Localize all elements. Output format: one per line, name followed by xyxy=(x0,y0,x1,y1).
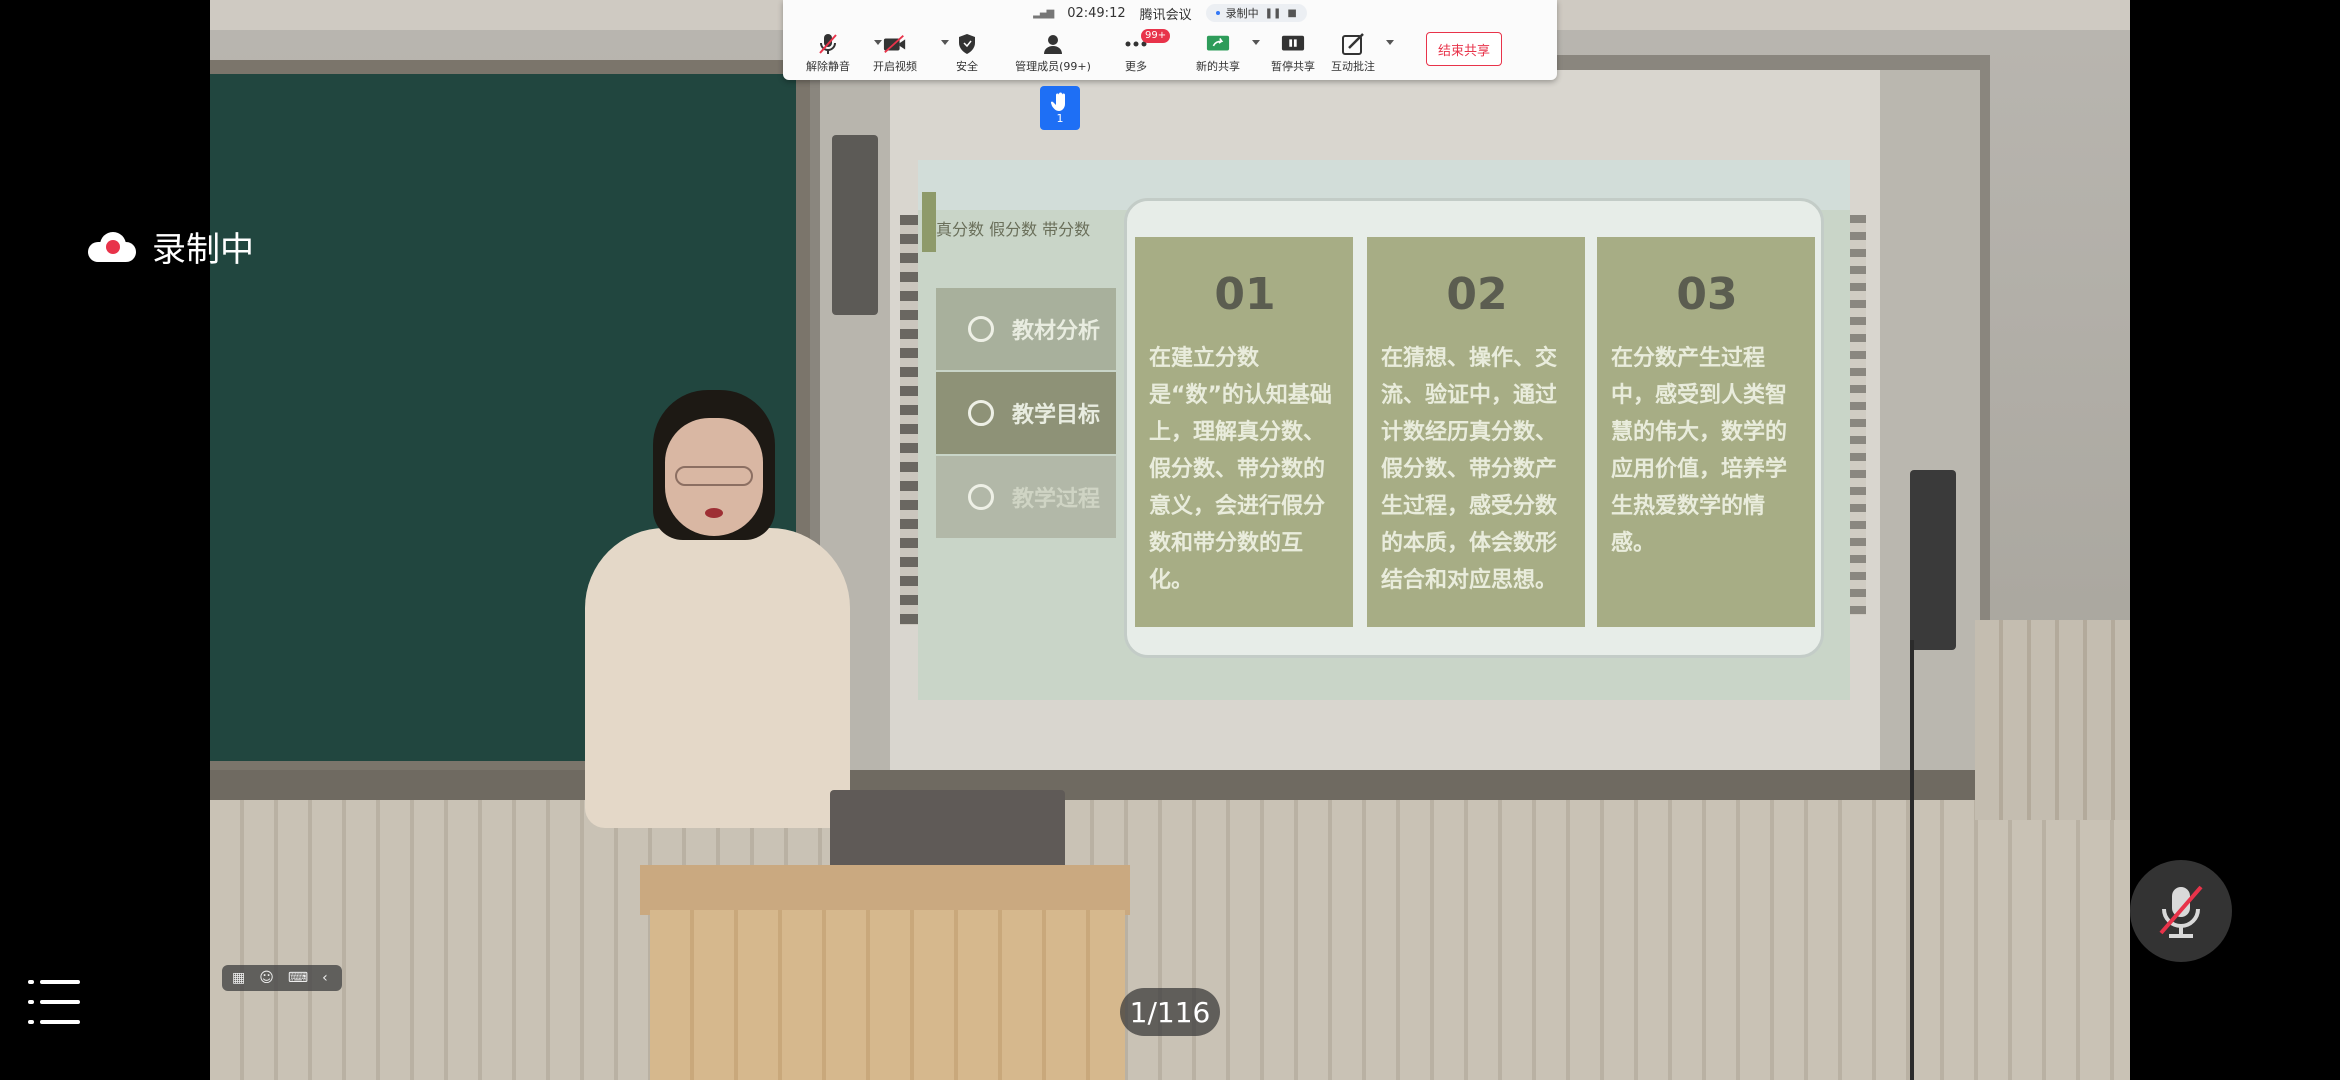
meeting-toolbar: ▂▄▆ 02:49:12 腾讯会议 录制中 ❚❚ ■ 解除静音 开启视频 安全 … xyxy=(783,0,1557,80)
hand-raise-count: 1 xyxy=(1056,111,1064,125)
pause-share-label: 暂停共享 xyxy=(1271,60,1315,73)
video-off-icon xyxy=(883,32,907,56)
teacher-glasses xyxy=(675,466,753,486)
manage-members-button[interactable]: 管理成员(99+) xyxy=(988,32,1118,74)
circle-icon xyxy=(968,316,994,342)
annotate-label: 互动批注 xyxy=(1331,60,1375,73)
page-counter: 1/116 xyxy=(1120,988,1220,1036)
teacher-body xyxy=(585,528,850,828)
circle-icon xyxy=(968,484,994,510)
slide-menu-label: 教材分析 xyxy=(1012,319,1101,344)
pause-share-icon xyxy=(1281,32,1305,56)
muted-mic-icon xyxy=(2159,885,2203,938)
raised-hand-icon xyxy=(1051,92,1065,111)
signal-icon: ▂▄▆ xyxy=(1033,7,1054,19)
new-share-label: 新的共享 xyxy=(1196,60,1240,73)
stop-recording-icon[interactable]: ■ xyxy=(1287,8,1296,19)
meeting-status: ▂▄▆ 02:49:12 腾讯会议 录制中 ❚❚ ■ xyxy=(783,2,1557,24)
end-share-button[interactable]: 结束共享 xyxy=(1426,32,1502,66)
wood-panel-wall xyxy=(210,800,2130,1080)
card-number: 03 xyxy=(1676,269,1738,320)
card-text: 在分数产生过程中，感受到人类智慧的伟大，数学的应用价值，培养学生热爱数学的情感。 xyxy=(1611,346,1788,556)
toolbar-buttons: 解除静音 开启视频 安全 管理成员(99+) 更多 99+ 新的共享 暂停共享 … xyxy=(783,28,1557,78)
mini-toolbar: ▦ ☺ ⌨ ‹ xyxy=(222,965,342,991)
card-number: 01 xyxy=(1214,269,1276,320)
list-icon xyxy=(28,980,34,984)
whiteboard-side-right xyxy=(1880,70,1980,770)
cable xyxy=(1910,640,1914,1080)
app-name: 腾讯会议 xyxy=(1139,7,1192,23)
cloud-recording-icon xyxy=(88,231,136,262)
meeting-time: 02:49:12 xyxy=(1067,5,1126,21)
more-button[interactable]: 更多 99+ xyxy=(1101,29,1171,74)
unmute-button[interactable]: 解除静音 xyxy=(793,32,863,74)
chevron-left-icon[interactable]: ‹ xyxy=(322,970,328,986)
muted-mic-icon xyxy=(816,32,840,56)
keyboard-icon[interactable]: ⌨ xyxy=(288,970,308,986)
annotate-pen-icon xyxy=(1341,32,1365,56)
layout-grid-icon[interactable]: ▦ xyxy=(232,970,245,986)
whiteboard-toolbar-left xyxy=(900,215,918,625)
slide-content-panel: 01 在建立分数是“数”的认知基础上，理解真分数、假分数、带分数的意义，会进行假… xyxy=(1124,198,1824,658)
card-text: 在建立分数是“数”的认知基础上，理解真分数、假分数、带分数的意义，会进行假分数和… xyxy=(1149,346,1332,593)
card-number: 02 xyxy=(1446,269,1508,320)
wood-panel-right xyxy=(1975,620,2130,820)
shield-icon xyxy=(955,32,979,56)
more-label: 更多 xyxy=(1125,60,1147,73)
more-badge: 99+ xyxy=(1141,29,1171,43)
teacher-mouth xyxy=(705,508,723,518)
emoji-icon[interactable]: ☺ xyxy=(259,970,274,986)
recording-chip[interactable]: 录制中 ❚❚ ■ xyxy=(1205,4,1307,22)
teacher-figure xyxy=(565,390,865,828)
slide-menu-item-active: 教学目标 xyxy=(936,372,1116,454)
unmute-label: 解除静音 xyxy=(806,60,850,73)
objective-card: 02 在猜想、操作、交流、验证中，通过计数经历真分数、假分数、带分数产生过程，感… xyxy=(1367,237,1585,627)
slide-heading: 真分数 假分数 带分数 xyxy=(921,192,1090,252)
circle-icon xyxy=(968,400,994,426)
slide-menu-item: 教材分析 xyxy=(936,288,1116,370)
hand-raise-indicator[interactable]: 1 xyxy=(1040,86,1080,130)
recording-dot-icon xyxy=(1215,11,1220,15)
whiteboard-toolbar-right xyxy=(1850,215,1866,615)
shared-video: 真分数 假分数 带分数 教材分析 教学目标 教学过程 01 在建立分数是“数”的… xyxy=(210,0,2130,1080)
new-share-button[interactable]: 新的共享 xyxy=(1183,32,1253,74)
recording-chip-label: 录制中 xyxy=(1225,7,1259,20)
screen: 真分数 假分数 带分数 教材分析 教学目标 教学过程 01 在建立分数是“数”的… xyxy=(0,0,2340,1080)
podium-top xyxy=(640,865,1130,915)
podium xyxy=(650,910,1125,1080)
start-video-label: 开启视频 xyxy=(873,60,917,73)
slide-menu-item: 教学过程 xyxy=(936,456,1116,538)
annotate-options-caret-icon[interactable] xyxy=(1386,40,1394,45)
recording-label: 录制中 xyxy=(152,230,254,270)
security-label: 安全 xyxy=(956,60,978,73)
slide-menu-label: 教学过程 xyxy=(1012,487,1101,512)
slide-menu-label: 教学目标 xyxy=(1012,403,1101,428)
board-tray xyxy=(210,770,1990,800)
projected-slide: 真分数 假分数 带分数 教材分析 教学目标 教学过程 01 在建立分数是“数”的… xyxy=(918,160,1850,700)
objective-card: 01 在建立分数是“数”的认知基础上，理解真分数、假分数、带分数的意义，会进行假… xyxy=(1135,237,1353,627)
list-menu-button[interactable] xyxy=(28,978,80,1026)
card-text: 在猜想、操作、交流、验证中，通过计数经历真分数、假分数、带分数产生过程，感受分数… xyxy=(1381,346,1558,593)
pause-recording-icon[interactable]: ❚❚ xyxy=(1265,8,1282,19)
recording-indicator[interactable]: 录制中 xyxy=(88,222,254,271)
start-video-button[interactable]: 开启视频 xyxy=(860,32,930,74)
manage-members-label: 管理成员(99+) xyxy=(1015,60,1091,73)
share-screen-icon xyxy=(1206,32,1230,56)
mic-toggle-button[interactable] xyxy=(2130,860,2232,962)
annotate-button[interactable]: 互动批注 xyxy=(1318,32,1388,74)
objective-card: 03 在分数产生过程中，感受到人类智慧的伟大，数学的应用价值，培养学生热爱数学的… xyxy=(1597,237,1815,627)
members-icon xyxy=(1041,32,1065,56)
